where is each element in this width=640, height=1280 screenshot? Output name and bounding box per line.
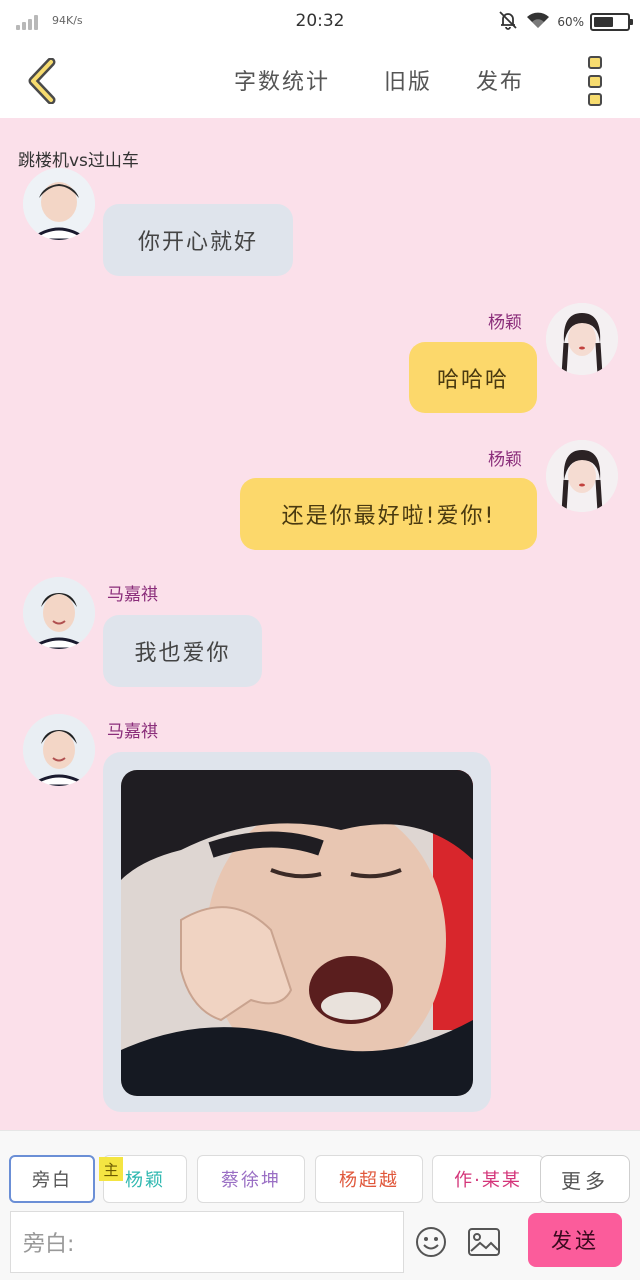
- image-message-bubble[interactable]: [103, 752, 491, 1112]
- owner-badge: 主: [99, 1157, 123, 1181]
- message-input[interactable]: 旁白:: [10, 1211, 404, 1273]
- image-button[interactable]: [467, 1225, 501, 1259]
- status-bar: 94K/s 20:32 60%: [0, 0, 640, 44]
- word-count-link[interactable]: 字数统计: [234, 64, 330, 96]
- sender-name: 马嘉祺: [107, 722, 158, 742]
- sender-name: 马嘉祺: [107, 585, 158, 605]
- chevron-left-icon: [28, 58, 56, 104]
- battery-percent: 60%: [557, 15, 584, 29]
- message-bubble[interactable]: 哈哈哈: [409, 342, 537, 413]
- mute-bell-icon: [497, 9, 519, 35]
- image-icon: [468, 1228, 500, 1256]
- composer-panel: 旁白 主 杨颖 蔡徐坤 杨超越 作·某某 更多 旁白: 发送: [0, 1130, 640, 1280]
- battery-icon: [590, 13, 633, 31]
- chat-area[interactable]: 跳楼机vs过山车 你开心就好 杨颖 哈哈哈 杨颖 还是你最好啦!爱你! 马嘉祺 …: [0, 118, 640, 1130]
- more-roles-button[interactable]: 更多: [540, 1155, 630, 1203]
- more-menu-button[interactable]: [588, 56, 604, 106]
- avatar-male[interactable]: [23, 168, 95, 240]
- smiley-icon: [416, 1227, 446, 1257]
- role-chip[interactable]: 杨超越: [315, 1155, 423, 1203]
- role-chip[interactable]: 作·某某: [432, 1155, 544, 1203]
- sender-name: 杨颖: [488, 313, 522, 333]
- back-button[interactable]: [20, 58, 64, 104]
- avatar-male[interactable]: [23, 714, 95, 786]
- old-version-link[interactable]: 旧版: [384, 64, 432, 96]
- message-bubble[interactable]: 你开心就好: [103, 204, 293, 276]
- battery-level-fill: [594, 17, 614, 27]
- sender-name: 杨颖: [488, 450, 522, 470]
- avatar-male[interactable]: [23, 577, 95, 649]
- app-bar: 字数统计 旧版 发布: [0, 44, 640, 118]
- room-title: 跳楼机vs过山车: [18, 151, 139, 171]
- message-bubble[interactable]: 我也爱你: [103, 615, 262, 687]
- avatar-female[interactable]: [546, 440, 618, 512]
- sticker-image[interactable]: [121, 770, 473, 1096]
- avatar-female[interactable]: [546, 303, 618, 375]
- message-bubble[interactable]: 还是你最好啦!爱你!: [240, 478, 537, 550]
- wifi-icon: [525, 9, 551, 35]
- emoji-button[interactable]: [414, 1225, 448, 1259]
- role-chip-narrator[interactable]: 旁白: [9, 1155, 95, 1203]
- publish-link[interactable]: 发布: [476, 64, 524, 96]
- role-chip[interactable]: 蔡徐坤: [197, 1155, 305, 1203]
- send-button[interactable]: 发送: [528, 1213, 622, 1267]
- vertical-dots-icon: [588, 56, 602, 69]
